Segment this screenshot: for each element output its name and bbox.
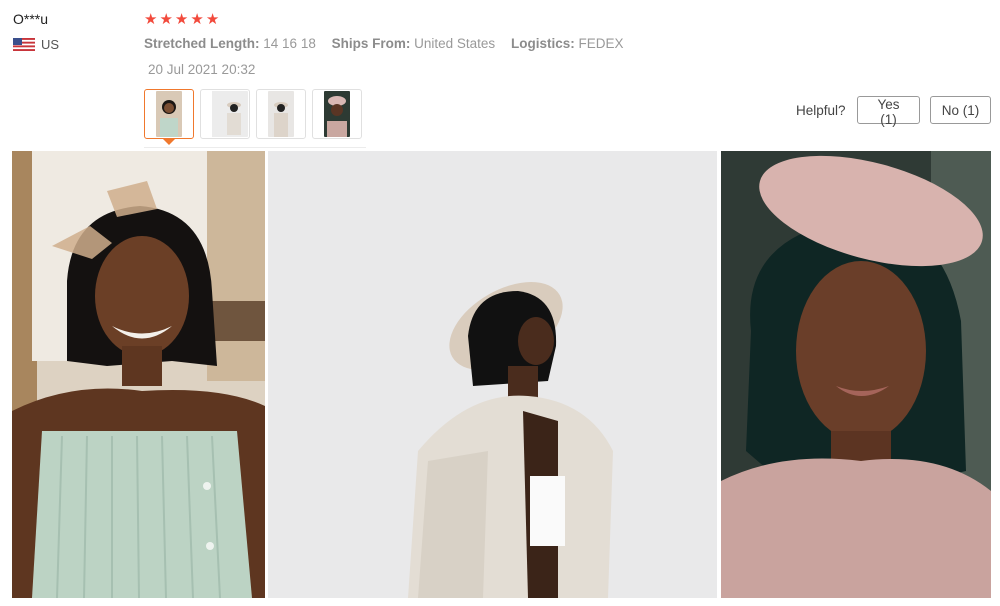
logistics-label: Logistics: [510,36,575,51]
stretched-length-value: 14 16 18 [263,36,316,51]
thumbnail-1[interactable] [144,89,194,145]
star-icon: ★ [205,11,220,28]
reviewer-name: O***u [13,11,49,27]
review-thumbnails [144,89,362,145]
review-attributes: Stretched Length: 14 16 18 Ships From: U… [144,36,636,51]
thumbnail-2[interactable] [200,89,250,139]
helpful-no-button[interactable]: No (1) [930,96,991,124]
thumbnail-3[interactable] [256,89,306,139]
review-photo-image [12,151,265,598]
star-icon: ★ [174,11,189,28]
review-photo-image [268,151,717,598]
ships-from-value: United States [414,36,496,51]
thumbnail-image [268,91,294,137]
star-icon: ★ [190,11,204,28]
helpful-label: Helpful? [796,103,846,118]
us-flag-icon [13,38,35,51]
star-icon: ★ [144,11,158,28]
review-photo-1[interactable] [12,151,265,598]
thumbnail-divider [144,147,366,148]
logistics-value: FEDEX [578,36,624,51]
review-photo-image [721,151,991,598]
rating-stars: ★ ★ ★ ★ ★ [144,11,219,28]
ships-from-label: Ships From: [331,36,411,51]
stretched-length-label: Stretched Length: [144,36,260,51]
country-code: US [41,37,60,52]
reviewer-country: US [13,37,59,52]
helpful-yes-button[interactable]: Yes (1) [857,96,920,127]
thumbnail-4[interactable] [312,89,362,139]
thumbnail-image [324,91,350,137]
review-photo-2[interactable] [268,151,717,598]
review-date: 20 Jul 2021 20:32 [148,62,256,77]
review-photo-3[interactable] [721,151,991,598]
thumbnail-image [212,91,248,137]
star-icon: ★ [159,11,173,28]
thumbnail-image [156,91,182,137]
